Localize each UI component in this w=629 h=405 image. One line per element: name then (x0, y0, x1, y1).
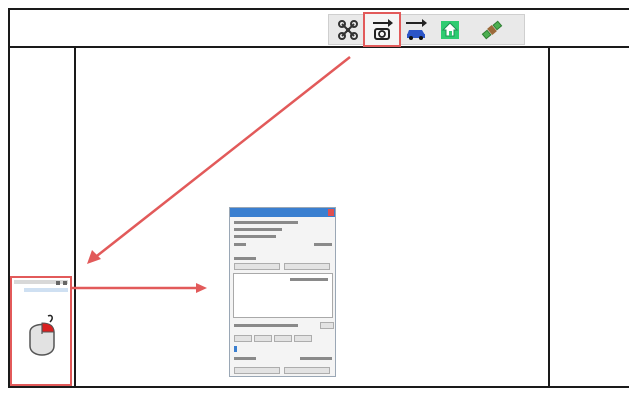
arrow-toolbar-to-panel (92, 56, 351, 260)
arrow-head-to-dialog (196, 283, 207, 293)
annotation-arrows (72, 56, 351, 293)
arrow-head-to-panel (87, 250, 101, 264)
